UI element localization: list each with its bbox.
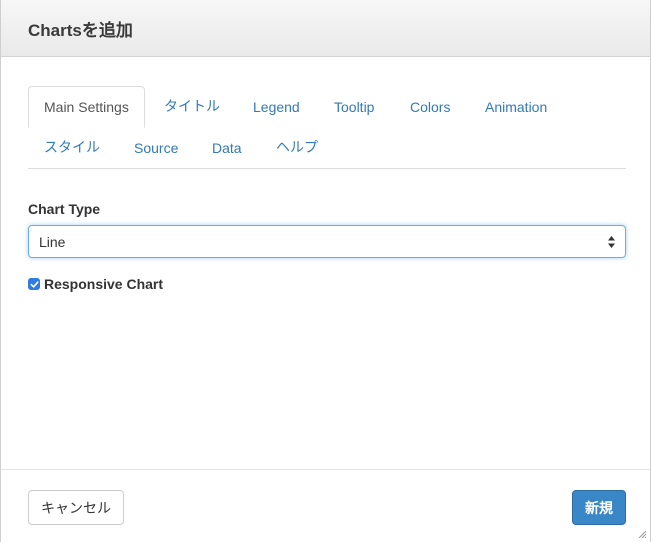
responsive-chart-row: Responsive Chart <box>28 276 163 292</box>
tab-main-settings[interactable]: Main Settings <box>28 86 145 128</box>
tab-animation[interactable]: Animation <box>485 97 547 117</box>
tab-style[interactable]: スタイル <box>44 137 100 157</box>
dialog-title: Chartsを追加 <box>28 20 133 40</box>
tab-tooltip[interactable]: Tooltip <box>334 97 374 117</box>
add-charts-dialog: Chartsを追加 Main Settings タイトル Legend Tool… <box>0 0 651 542</box>
chart-type-value: Line <box>39 233 66 250</box>
tab-colors[interactable]: Colors <box>410 97 450 117</box>
tab-help[interactable]: ヘルプ <box>276 137 318 157</box>
chart-type-label: Chart Type <box>28 201 101 217</box>
settings-tabs: Main Settings タイトル Legend Tooltip Colors… <box>28 86 626 169</box>
tab-source[interactable]: Source <box>134 138 178 158</box>
tab-title[interactable]: タイトル <box>164 96 220 116</box>
dialog-footer: キャンセル 新規 <box>1 469 650 542</box>
tab-legend[interactable]: Legend <box>253 97 300 117</box>
tab-data[interactable]: Data <box>212 138 242 158</box>
checkmark-icon <box>30 280 39 288</box>
create-button[interactable]: 新規 <box>572 490 626 525</box>
dialog-header: Chartsを追加 <box>1 0 650 57</box>
cancel-button[interactable]: キャンセル <box>28 490 124 525</box>
responsive-chart-label: Responsive Chart <box>44 276 164 292</box>
select-arrows-icon <box>608 235 615 248</box>
resize-grip-icon[interactable] <box>638 530 646 538</box>
responsive-chart-checkbox[interactable] <box>28 278 40 290</box>
chart-type-select[interactable]: Line <box>28 225 626 258</box>
